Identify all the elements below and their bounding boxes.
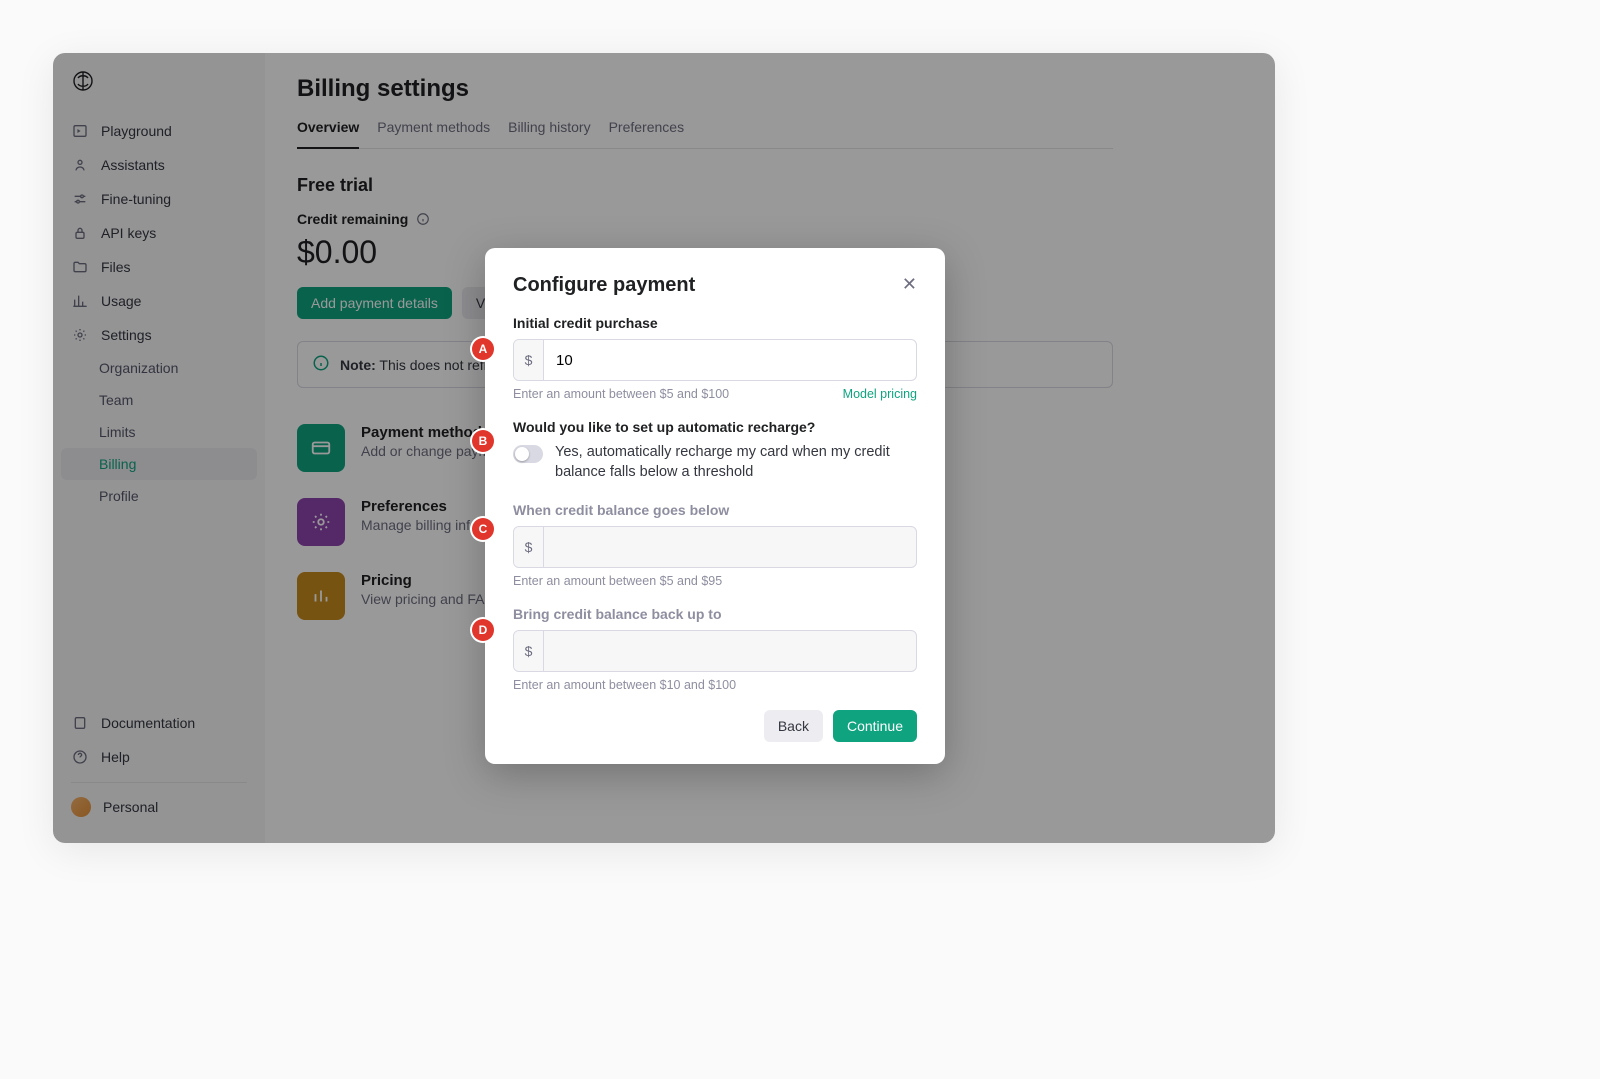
auto-recharge-description: Yes, automatically recharge my card when… (555, 443, 917, 482)
threshold-input-wrap: $ (513, 526, 917, 568)
currency-prefix: $ (514, 527, 544, 567)
auto-recharge-label: Would you like to set up automatic recha… (513, 419, 917, 435)
threshold-input[interactable] (544, 527, 916, 567)
topup-input[interactable] (544, 631, 916, 671)
continue-button[interactable]: Continue (833, 710, 917, 742)
app-window: Playground Assistants Fine-tuning API ke… (53, 53, 1275, 843)
initial-credit-input-wrap: $ (513, 339, 917, 381)
initial-credit-label: Initial credit purchase (513, 315, 917, 331)
back-button[interactable]: Back (764, 710, 823, 742)
currency-prefix: $ (514, 631, 544, 671)
modal-title: Configure payment (513, 274, 695, 297)
topup-hint: Enter an amount between $10 and $100 (513, 678, 736, 692)
model-pricing-link[interactable]: Model pricing (843, 387, 917, 401)
auto-recharge-toggle[interactable] (513, 445, 543, 463)
configure-payment-modal: Configure payment ✕ Initial credit purch… (485, 248, 945, 764)
topup-input-wrap: $ (513, 630, 917, 672)
initial-credit-input[interactable] (544, 340, 916, 380)
threshold-label: When credit balance goes below (513, 502, 917, 518)
annotation-marker-b: B (472, 430, 494, 452)
currency-prefix: $ (514, 340, 544, 380)
topup-label: Bring credit balance back up to (513, 606, 917, 622)
close-icon[interactable]: ✕ (902, 274, 917, 295)
annotation-marker-d: D (472, 619, 494, 641)
threshold-hint: Enter an amount between $5 and $95 (513, 574, 722, 588)
initial-credit-hint: Enter an amount between $5 and $100 (513, 387, 729, 401)
annotation-marker-a: A (472, 338, 494, 360)
annotation-marker-c: C (472, 518, 494, 540)
